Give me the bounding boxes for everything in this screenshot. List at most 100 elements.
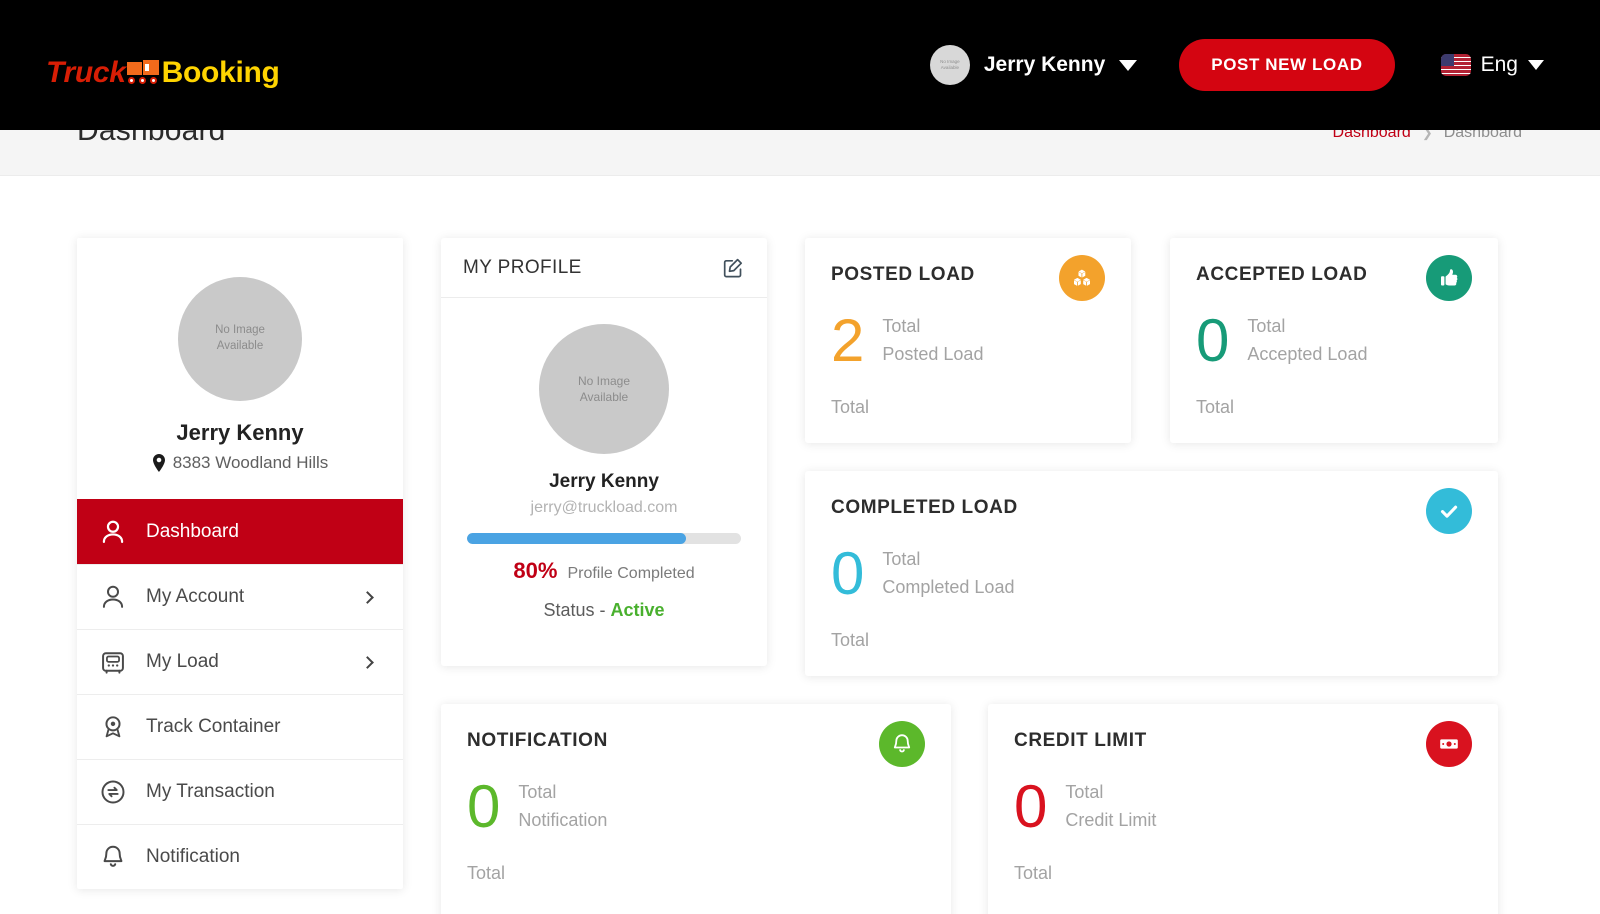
- logo-text-booking: Booking: [161, 56, 280, 89]
- notification-value-row: 0 Total Notification: [441, 767, 951, 837]
- posted-load-footer: Total: [831, 397, 870, 417]
- sidebar-item-label: Notification: [146, 846, 240, 867]
- accepted-load-footer: Total: [1196, 397, 1235, 417]
- avatar-text-line1: No Image: [215, 324, 265, 337]
- completed-load-sub1: Total: [882, 549, 921, 570]
- accepted-load-value-row: 0 Total Accepted Load: [1170, 301, 1498, 371]
- sidebar-user-address-row: 8383 Woodland Hills: [77, 453, 403, 473]
- profile-completion-row: 80% Profile Completed: [467, 558, 741, 584]
- header-actions: No Image Available Jerry Kenny POST NEW …: [929, 0, 1600, 130]
- user-name: Jerry Kenny: [983, 53, 1106, 76]
- completed-load-sub2: Completed Load: [882, 577, 1015, 597]
- truck-front-icon: [102, 652, 124, 674]
- sidebar: No Image Available Jerry Kenny 8383 Wood…: [77, 238, 403, 889]
- sidebar-item-label: My Transaction: [146, 781, 275, 802]
- credit-limit-title: CREDIT LIMIT: [1014, 730, 1147, 751]
- notification-header: NOTIFICATION: [441, 704, 951, 767]
- credit-limit-sub1: Total: [1065, 782, 1104, 803]
- completed-load-card[interactable]: COMPLETED LOAD 0 Total Completed Load To…: [805, 471, 1498, 676]
- us-flag-icon: [1440, 54, 1471, 76]
- notification-sub1: Total: [518, 782, 557, 803]
- profile-completion-label: Profile Completed: [567, 565, 695, 582]
- notification-subtitle: Total Notification: [518, 779, 607, 835]
- sidebar-item-my-transaction[interactable]: My Transaction: [77, 759, 403, 824]
- my-profile-card: MY PROFILE No Image Available Jerry Kenn…: [441, 238, 767, 666]
- edit-square-icon[interactable]: [721, 256, 745, 280]
- notification-card[interactable]: NOTIFICATION 0 Total Notification Total: [441, 704, 951, 914]
- avatar: No Image Available: [929, 45, 970, 85]
- posted-load-sub1: Total: [882, 316, 921, 337]
- sidebar-item-label: Dashboard: [146, 521, 239, 542]
- my-profile-card-body: No Image Available Jerry Kenny jerry@tru…: [441, 298, 767, 621]
- sidebar-item-label: My Load: [146, 651, 219, 672]
- profile-email: jerry@truckload.com: [530, 499, 678, 516]
- avatar-text-line2: Available: [216, 340, 264, 352]
- completed-load-subtitle: Total Completed Load: [882, 546, 1014, 602]
- top-header: Truck Booking No Image Available Jerry K…: [0, 0, 1600, 130]
- sidebar-item-label: Track Container: [146, 716, 281, 737]
- boxes-icon: [1059, 255, 1105, 301]
- credit-limit-card[interactable]: CREDIT LIMIT 0 Total Credit Limit Total: [988, 704, 1498, 914]
- posted-load-sub2: Posted Load: [882, 344, 984, 364]
- credit-limit-subtitle: Total Credit Limit: [1065, 779, 1156, 835]
- profile-name: Jerry Kenny: [549, 471, 659, 492]
- my-profile-title: MY PROFILE: [463, 256, 582, 278]
- sidebar-item-notification[interactable]: Notification: [77, 824, 403, 889]
- chevron-right-icon: [361, 655, 374, 669]
- user-menu[interactable]: No Image Available Jerry Kenny: [929, 45, 1138, 85]
- sidebar-item-my-account[interactable]: My Account: [77, 564, 403, 629]
- map-marker-icon: [105, 716, 121, 738]
- sidebar-item-track-container[interactable]: Track Container: [77, 694, 403, 759]
- accepted-load-sub2: Accepted Load: [1247, 344, 1368, 364]
- posted-load-value: 2: [831, 307, 865, 374]
- post-new-load-button[interactable]: POST NEW LOAD: [1179, 39, 1395, 91]
- sidebar-user-address: 8383 Woodland Hills: [172, 453, 329, 472]
- sidebar-item-dashboard[interactable]: Dashboard: [77, 499, 403, 564]
- money-icon: [1426, 721, 1472, 767]
- completed-load-value-row: 0 Total Completed Load: [805, 534, 1498, 604]
- app-logo[interactable]: Truck Booking: [46, 56, 280, 90]
- progress-fill: [467, 533, 687, 544]
- accepted-load-card[interactable]: ACCEPTED LOAD 0 Total Accepted Load Tota…: [1170, 238, 1498, 443]
- thumbs-up-icon: [1426, 255, 1472, 301]
- sidebar-item-label: My Account: [146, 586, 245, 607]
- accepted-load-value: 0: [1196, 307, 1230, 374]
- completed-load-header: COMPLETED LOAD: [805, 471, 1498, 534]
- posted-load-title: POSTED LOAD: [831, 264, 975, 285]
- sidebar-user-name: Jerry Kenny: [176, 420, 304, 445]
- credit-limit-sub2: Credit Limit: [1065, 810, 1157, 830]
- main-content: No Image Available Jerry Kenny 8383 Wood…: [0, 176, 1600, 914]
- profile-completion-progressbar: [467, 533, 741, 544]
- page-root: Dashboard Dashboard ❯ Dashboard Truck Bo…: [0, 0, 1600, 914]
- posted-load-subtitle: Total Posted Load: [882, 313, 983, 369]
- credit-limit-value-row: 0 Total Credit Limit: [988, 767, 1498, 837]
- notification-sub2: Notification: [518, 810, 608, 830]
- language-label: Eng: [1480, 53, 1518, 76]
- avatar-text-line1: No Image: [577, 373, 631, 388]
- bell-icon: [103, 845, 123, 867]
- avatar: No Image Available: [178, 277, 302, 401]
- posted-load-value-row: 2 Total Posted Load: [805, 301, 1131, 371]
- sidebar-item-my-load[interactable]: My Load: [77, 629, 403, 694]
- posted-load-card[interactable]: POSTED LOAD 2 Total Posted Load Total: [805, 238, 1131, 443]
- status-prefix: Status -: [543, 600, 611, 620]
- chevron-down-icon: [1119, 59, 1138, 71]
- bell-icon: [879, 721, 925, 767]
- sidebar-profile: No Image Available Jerry Kenny 8383 Wood…: [77, 238, 403, 499]
- map-pin-icon: [152, 454, 165, 472]
- completed-load-title: COMPLETED LOAD: [831, 497, 1018, 518]
- user-icon: [102, 520, 124, 544]
- language-selector[interactable]: Eng: [1440, 53, 1544, 77]
- avatar: No Image Available: [539, 324, 669, 454]
- profile-completion-percent: 80%: [513, 558, 558, 583]
- avatar-text-line2: Available: [579, 390, 629, 404]
- notification-footer: Total: [467, 863, 506, 883]
- posted-load-header: POSTED LOAD: [805, 238, 1131, 301]
- status-badge: Status - Active: [467, 600, 741, 621]
- avatar-text-line2: Available: [940, 65, 959, 70]
- logo-text-truck: Truck: [46, 56, 126, 89]
- status-value: Active: [610, 600, 665, 620]
- accepted-load-sub1: Total: [1247, 316, 1286, 337]
- notification-title: NOTIFICATION: [467, 730, 608, 751]
- notification-value: 0: [467, 773, 501, 840]
